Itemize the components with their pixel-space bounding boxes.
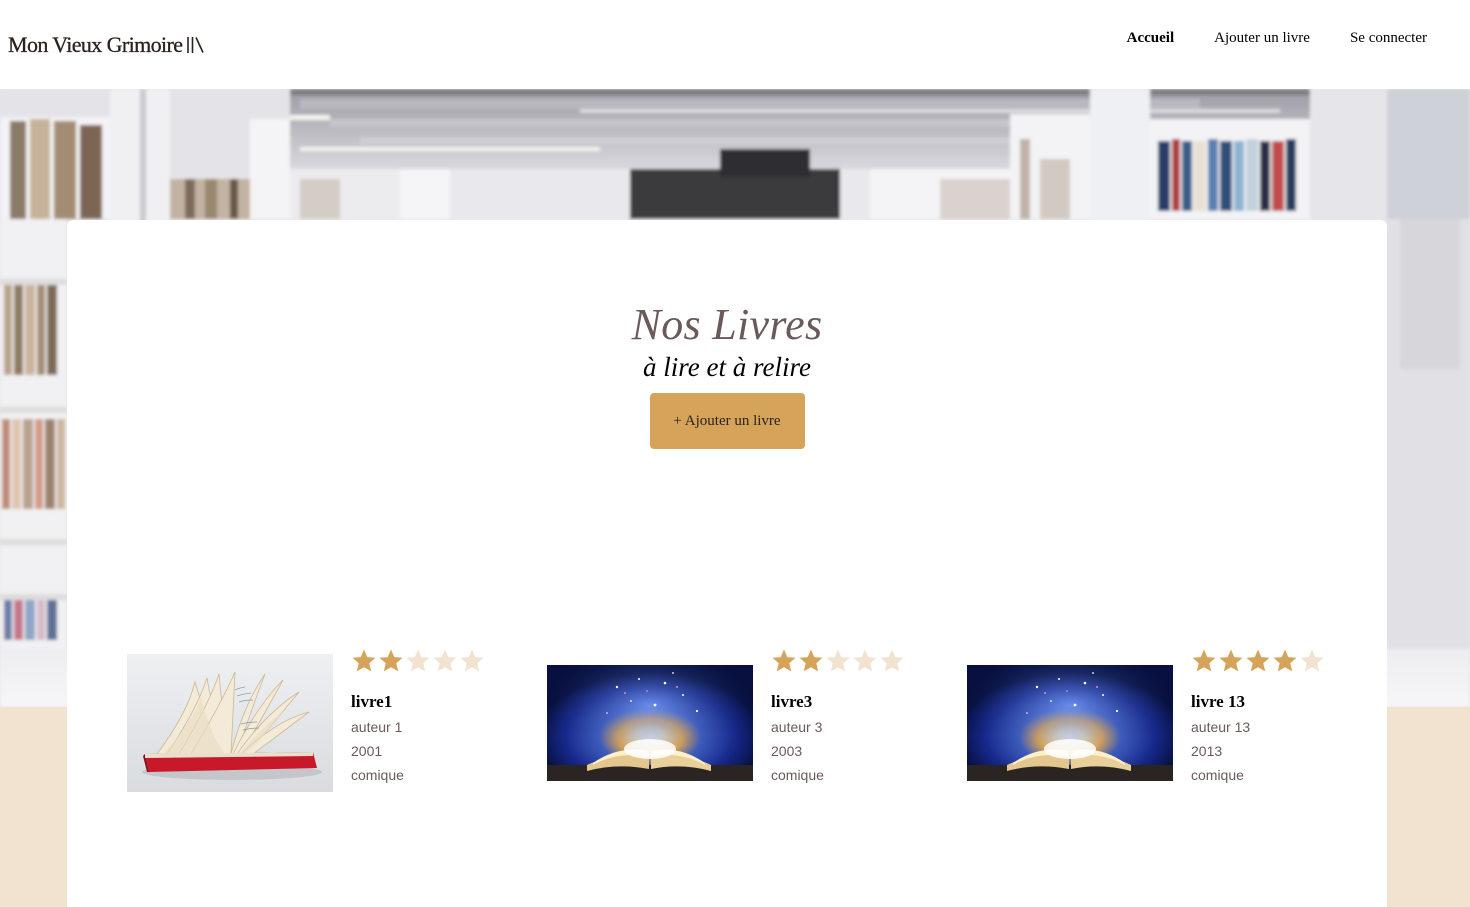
magic-book-icon	[547, 665, 753, 781]
book-card[interactable]: livre3 auteur 3 2003 comique	[547, 648, 947, 798]
star-empty-icon	[432, 648, 458, 674]
book-info: livre 13 auteur 13 2013 comique	[1191, 648, 1361, 787]
star-filled-icon	[798, 648, 824, 674]
book-genre: comique	[351, 767, 404, 783]
logo[interactable]: Mon Vieux Grimoire	[8, 31, 206, 58]
book-cover-image[interactable]	[127, 654, 333, 792]
book-title[interactable]: livre 13	[1191, 691, 1361, 713]
page-title: Nos Livres	[631, 300, 823, 349]
nav-link-accueil[interactable]: Accueil	[1127, 30, 1174, 47]
book-card[interactable]: livre 13 auteur 13 2013 comique	[967, 648, 1367, 798]
book-card[interactable]: livre1 auteur 1 2001 comique	[127, 648, 527, 798]
nav-link-ajouter-livre[interactable]: Ajouter un livre	[1214, 30, 1310, 47]
star-filled-icon	[1272, 648, 1298, 674]
star-filled-icon	[378, 648, 404, 674]
star-filled-icon	[351, 648, 377, 674]
book-title[interactable]: livre1	[351, 691, 521, 713]
book-genre: comique	[771, 767, 824, 783]
main-nav: Accueil Ajouter un livre Se connecter	[1127, 30, 1427, 47]
book-year: 2013	[1191, 743, 1223, 759]
card-heading: Nos Livres à lire et à relire + Ajouter …	[67, 298, 1387, 449]
add-book-button[interactable]: + Ajouter un livre	[649, 393, 805, 449]
book-year: 2003	[771, 743, 803, 759]
book-info: livre1 auteur 1 2001 comique	[351, 648, 521, 787]
books-icon	[186, 35, 206, 55]
book-author: auteur 1	[351, 719, 403, 735]
rating-stars	[1191, 648, 1361, 678]
book-genre: comique	[1191, 767, 1244, 783]
star-empty-icon	[1299, 648, 1325, 674]
book-author: auteur 13	[1191, 719, 1251, 735]
star-filled-icon	[1191, 648, 1217, 674]
books-card: Nos Livres à lire et à relire + Ajouter …	[67, 220, 1387, 907]
star-empty-icon	[405, 648, 431, 674]
magic-book-icon	[967, 665, 1173, 781]
open-book-pages-icon	[127, 654, 333, 792]
nav-link-se-connecter[interactable]: Se connecter	[1350, 30, 1427, 47]
book-cover-image[interactable]	[967, 665, 1173, 781]
book-info: livre3 auteur 3 2003 comique	[771, 648, 941, 787]
rating-stars	[351, 648, 521, 678]
star-filled-icon	[771, 648, 797, 674]
book-author: auteur 3	[771, 719, 823, 735]
book-year: 2001	[351, 743, 383, 759]
book-title[interactable]: livre3	[771, 691, 941, 713]
star-filled-icon	[1218, 648, 1244, 674]
star-empty-icon	[879, 648, 905, 674]
page-subtitle: à lire et à relire	[643, 352, 811, 382]
rating-stars	[771, 648, 941, 678]
logo-text: Mon Vieux Grimoire	[8, 31, 183, 57]
star-empty-icon	[459, 648, 485, 674]
star-filled-icon	[1245, 648, 1271, 674]
site-header: Mon Vieux Grimoire Accueil Ajouter un li…	[0, 0, 1470, 89]
star-empty-icon	[852, 648, 878, 674]
book-cover-image[interactable]	[547, 665, 753, 781]
star-empty-icon	[825, 648, 851, 674]
